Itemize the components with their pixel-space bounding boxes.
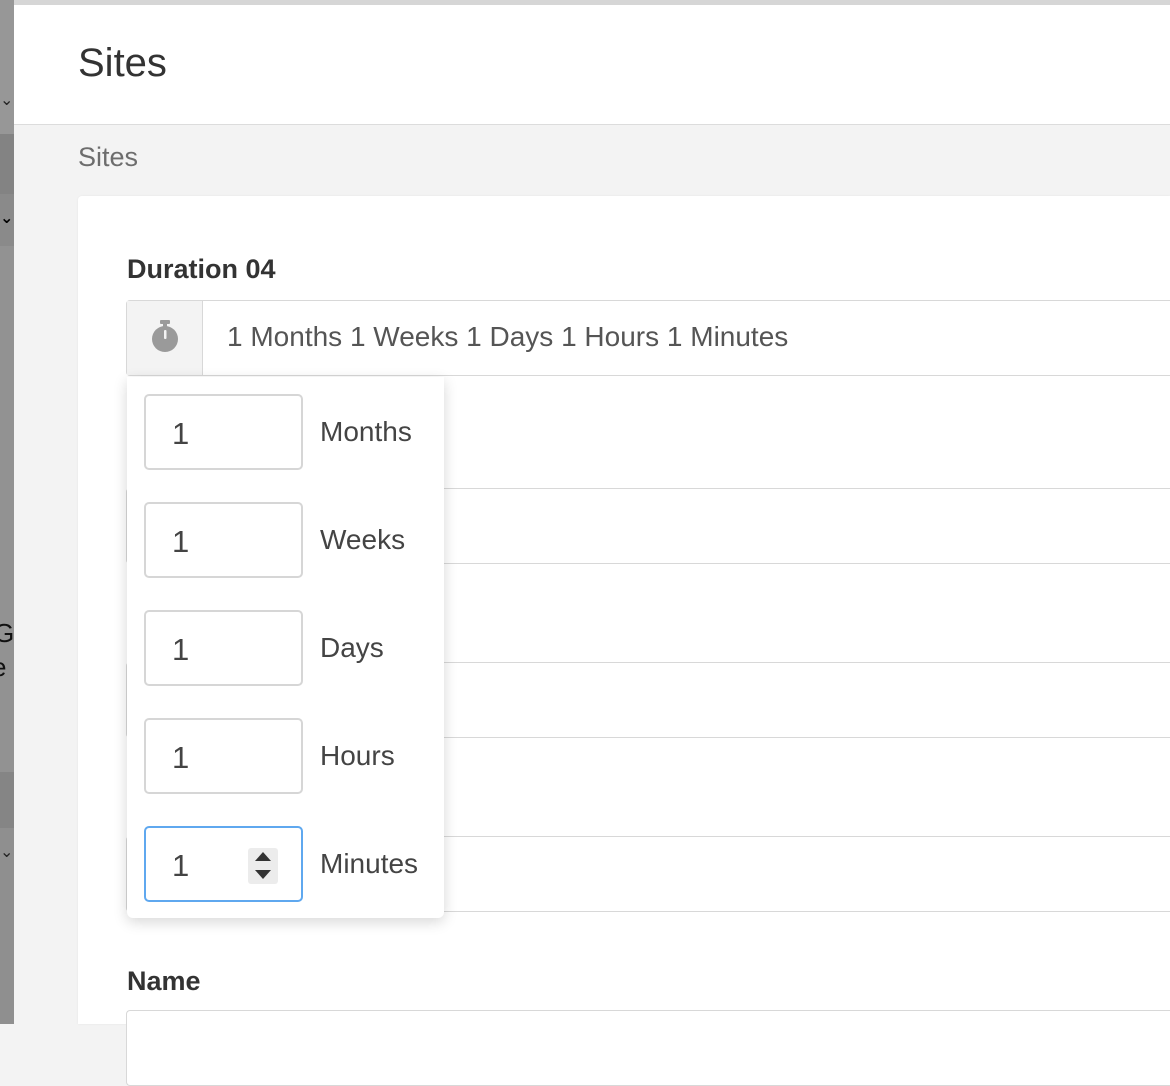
- days-input[interactable]: 1: [144, 610, 303, 686]
- weeks-value: 1: [172, 524, 190, 559]
- duration-row-hours: 1 Hours: [144, 718, 444, 794]
- duration-addon: [127, 301, 203, 375]
- hours-input[interactable]: 1: [144, 718, 303, 794]
- spin-down-icon[interactable]: [255, 870, 271, 879]
- months-input[interactable]: 1: [144, 394, 303, 470]
- chevron-down-icon: ⌄: [0, 92, 14, 109]
- hours-unit-label: Hours: [320, 740, 395, 771]
- chevron-down-icon: ⌄: [0, 844, 14, 861]
- number-spinner[interactable]: [248, 848, 278, 884]
- stopwatch-icon: [150, 319, 180, 358]
- background-text-fragment: e: [0, 652, 6, 682]
- duration-picker-popover: 1 Months 1 Weeks 1 Days 1 Hours 1 Minute…: [127, 377, 444, 918]
- background-text-fragment: G: [0, 618, 14, 648]
- duration-row-days: 1 Days: [144, 610, 444, 686]
- hours-value: 1: [172, 740, 190, 775]
- weeks-input[interactable]: 1: [144, 502, 303, 578]
- duration-row-weeks: 1 Weeks: [144, 502, 444, 578]
- background-page-strip: ⌄ ⌄ G e ⌄: [0, 0, 14, 1024]
- duration-value: 1 Months 1 Weeks 1 Days 1 Hours 1 Minute…: [227, 321, 789, 352]
- duration-row-months: 1 Months: [144, 394, 444, 470]
- minutes-input[interactable]: 1: [144, 826, 303, 902]
- days-value: 1: [172, 632, 190, 667]
- days-unit-label: Days: [320, 632, 384, 663]
- weeks-unit-label: Weeks: [320, 524, 406, 555]
- minutes-value: 1: [172, 848, 190, 883]
- chevron-down-icon: ⌄: [0, 210, 14, 227]
- months-value: 1: [172, 416, 190, 451]
- breadcrumb: Sites: [78, 142, 139, 172]
- minutes-unit-label: Minutes: [320, 848, 419, 879]
- name-label: Name: [127, 966, 201, 996]
- page-header: Sites: [14, 5, 1170, 125]
- duration-row-minutes: 1 Minutes: [144, 826, 444, 902]
- duration-field[interactable]: 1 Months 1 Weeks 1 Days 1 Hours 1 Minute…: [126, 300, 1170, 376]
- spin-up-icon[interactable]: [255, 852, 271, 861]
- duration-label: Duration 04: [127, 254, 276, 284]
- page-title: Sites: [78, 41, 167, 85]
- months-unit-label: Months: [320, 416, 412, 447]
- name-input[interactable]: [126, 1010, 1170, 1086]
